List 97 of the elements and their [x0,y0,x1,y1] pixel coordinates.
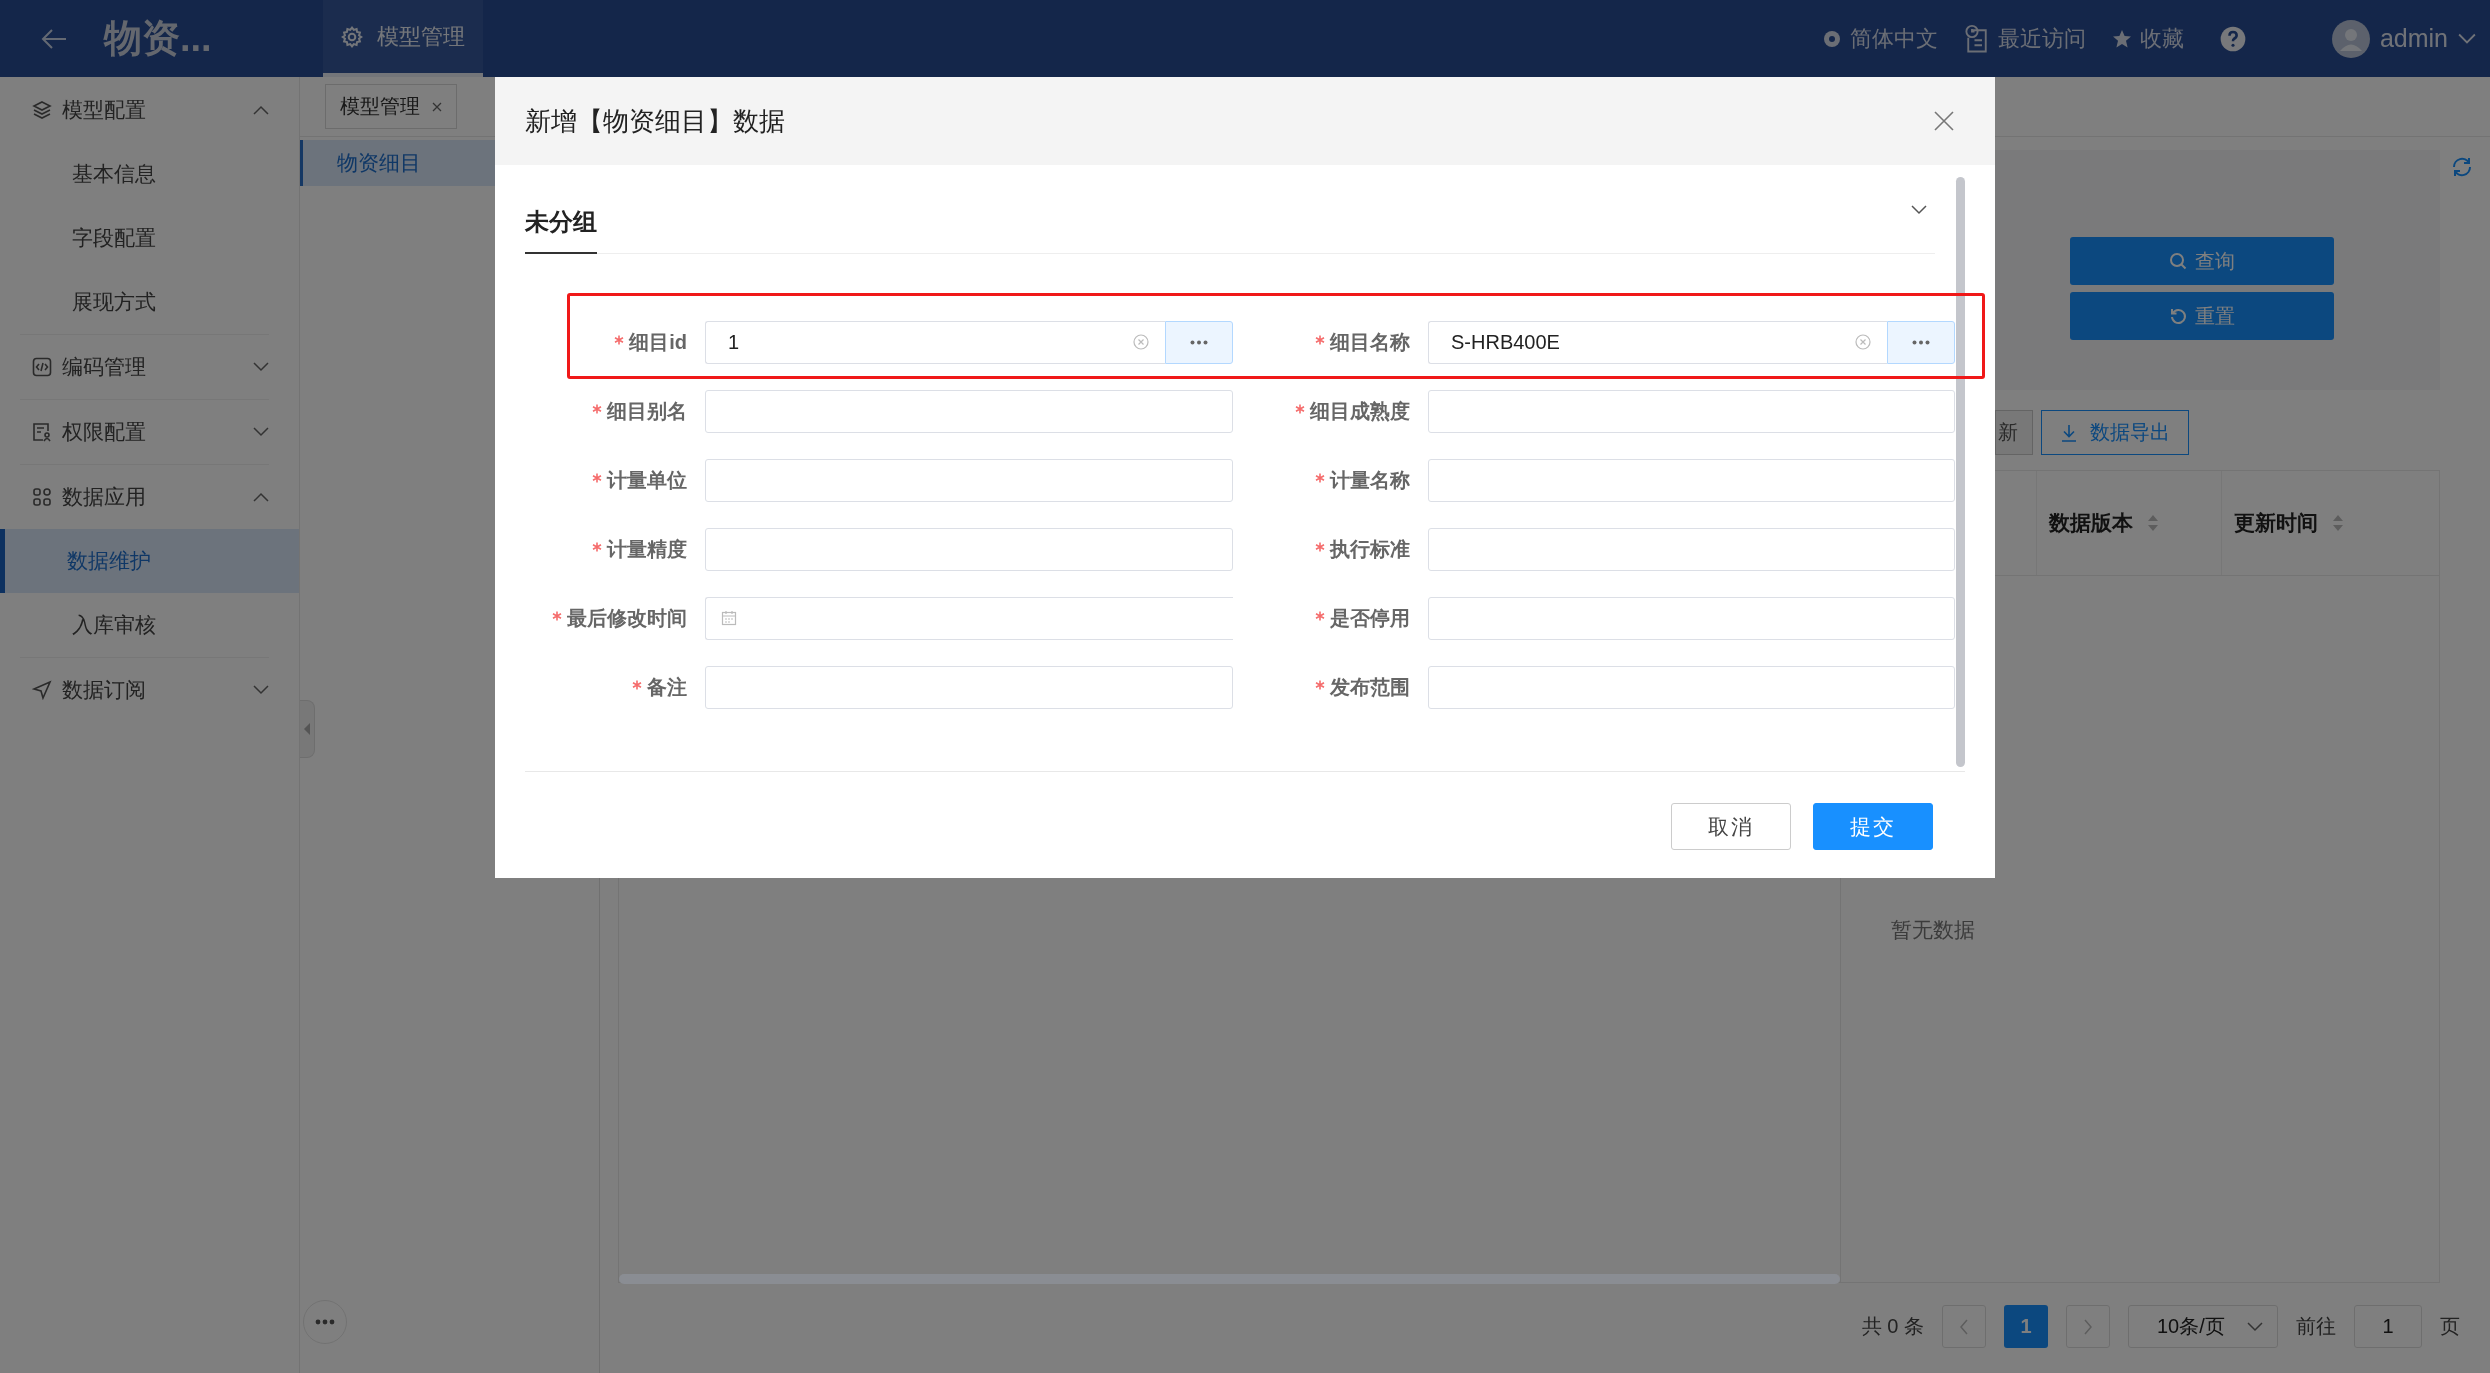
ellipsis-icon [315,1319,335,1325]
refresh-icon[interactable] [2450,155,2474,179]
group-tab[interactable]: 未分组 [525,206,597,254]
input-field[interactable]: S-HRB400E [1428,321,1887,364]
field-label: 计量精度 [607,537,687,562]
close-icon[interactable] [1933,110,1955,132]
sidebar-item[interactable]: 入库审核 [0,593,299,657]
chevron-up-icon [253,492,269,502]
submit-button[interactable]: 提交 [1813,803,1933,850]
globe-icon [1821,28,1842,49]
input-field[interactable] [705,666,1233,709]
input-field[interactable] [705,528,1233,571]
sidebar-item[interactable]: 数据维护 [0,529,299,593]
dialog-title: 新增【物资细目】数据 [525,104,785,138]
input-field[interactable] [1428,666,1955,709]
scrollbar[interactable] [1956,177,1965,767]
chevron-down-icon [253,685,269,695]
toolbar-link[interactable]: 收藏 [2111,23,2184,54]
clear-icon[interactable] [1133,334,1149,350]
toolbar-link[interactable]: 简体中文 [1821,23,1938,54]
reset-button[interactable]: 重置 [2070,292,2334,340]
avatar-icon[interactable] [2331,19,2370,58]
chevron-down-icon [253,427,269,437]
field-label: 计量单位 [607,468,687,493]
chevron-left-icon [1959,1318,1969,1335]
settings-icon [341,25,363,48]
page-tab[interactable]: 模型管理 [325,84,457,129]
collapse-handle[interactable] [300,700,315,758]
nav-tab[interactable]: 模型管理 [323,0,483,77]
input-field[interactable] [705,390,1233,433]
sidebar-item[interactable]: 字段配置 [0,206,299,270]
column-header[interactable]: 数据版本 [2036,471,2221,575]
goto-label: 前往 [2296,1314,2336,1339]
page-unit: 页 [2440,1314,2460,1339]
prev-page-button[interactable] [1942,1305,1986,1348]
field-label: 发布范围 [1330,675,1410,700]
sidebar-item[interactable]: 基本信息 [0,142,299,206]
calendar-icon [721,610,737,626]
layers-icon [32,100,52,120]
page-input[interactable]: 1 [2354,1305,2422,1348]
chevron-right-icon [2083,1318,2093,1335]
sort-icon[interactable] [2332,514,2344,532]
field-label: 计量名称 [1330,468,1410,493]
sort-icon[interactable] [2147,514,2159,532]
clock-document-icon [1963,23,1990,54]
date-field[interactable] [705,597,1233,640]
page-size-select[interactable]: 10条/页 [2128,1305,2278,1348]
search-button[interactable]: 查询 [2070,237,2334,285]
user-name[interactable]: admin [2379,24,2448,53]
star-icon [2111,28,2132,49]
field-label: 执行标准 [1330,537,1410,562]
sidebar-group[interactable]: 数据订阅 [20,657,269,722]
field-label: 细目id [629,330,687,355]
ellipsis-icon [1912,340,1930,345]
reset-icon [2169,307,2187,325]
input-field[interactable] [1428,528,1955,571]
close-icon[interactable] [432,101,442,112]
field-label: 细目别名 [607,399,687,424]
input-field[interactable] [1428,459,1955,502]
code-icon [32,357,52,377]
ellipsis-icon [1190,340,1208,345]
sidebar-item[interactable]: 展现方式 [0,270,299,334]
cancel-button[interactable]: 取消 [1671,803,1791,850]
sidebar-group[interactable]: 权限配置 [20,399,269,464]
clear-icon[interactable] [1855,334,1871,350]
chevron-down-icon[interactable] [1911,205,1927,215]
field-label: 细目名称 [1330,330,1410,355]
back-arrow-icon[interactable] [40,26,68,51]
column-header[interactable]: 更新时间 [2221,471,2439,575]
user-document-icon [32,422,52,442]
field-label: 是否停用 [1330,606,1410,631]
app-title: 物资... [104,16,213,61]
help-icon [2219,25,2246,52]
field-label: 细目成熟度 [1310,399,1410,424]
grid-icon [32,487,52,507]
sidebar-group[interactable]: 模型配置 [20,78,269,142]
chevron-down-icon [2247,1321,2263,1332]
scrollbar[interactable] [619,1274,1840,1284]
sidebar-group[interactable]: 编码管理 [20,334,269,399]
total-count: 共 0 条 [1861,1314,1924,1339]
search-icon [2169,252,2187,270]
input-field[interactable] [1428,597,1955,640]
input-field[interactable] [705,459,1233,502]
input-field[interactable]: 1 [705,321,1165,364]
field-label: 备注 [647,675,687,700]
export-button[interactable]: 数据导出 [2041,410,2189,455]
toolbar-button[interactable]: 新 [1995,410,2033,455]
chevron-down-icon [253,362,269,372]
input-field[interactable] [1428,390,1955,433]
chevron-up-icon [253,105,269,115]
download-icon [2060,423,2078,442]
page-button[interactable]: 1 [2004,1305,2048,1348]
next-page-button[interactable] [2066,1305,2110,1348]
toolbar-link[interactable]: 最近访问 [1963,23,2086,54]
field-label: 最后修改时间 [567,606,687,631]
send-icon [32,680,52,700]
empty-message: 暂无数据 [1891,917,1975,943]
